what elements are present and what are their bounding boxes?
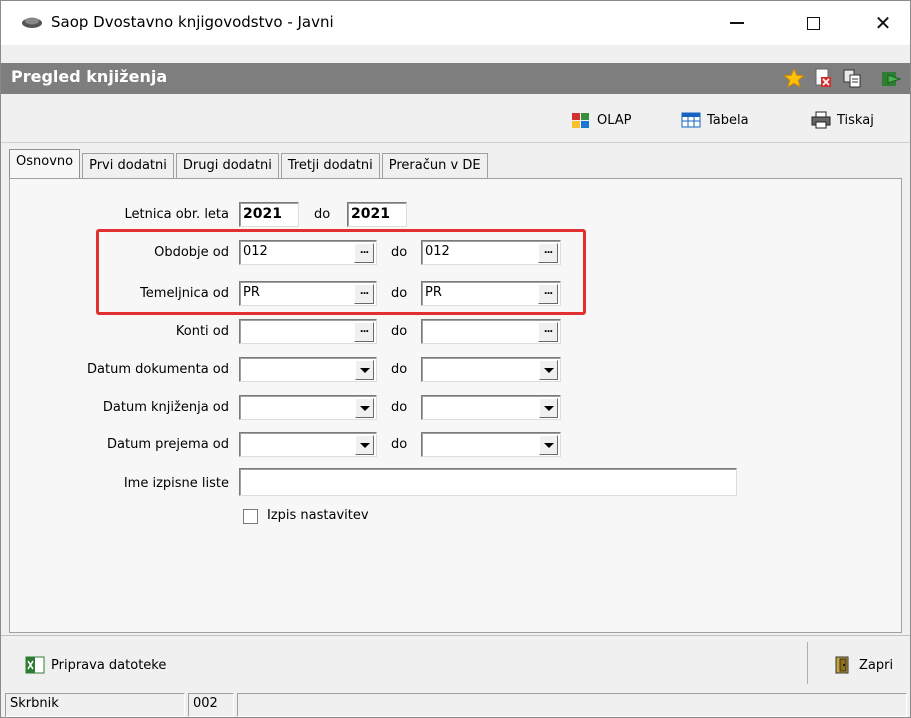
tiskaj-button[interactable]: Tiskaj: [811, 109, 874, 131]
obdobje-to-input[interactable]: 012 ...: [421, 240, 561, 265]
obdobje-from-input[interactable]: 012 ...: [239, 240, 377, 265]
form-header: Pregled knjiženja: [1, 63, 910, 94]
konti-from-browse-button[interactable]: ...: [354, 322, 374, 342]
datum-knjizenja-from-select[interactable]: [239, 395, 377, 420]
letnica-do-label: do: [314, 207, 331, 222]
ime-izpisne-liste-label: Ime izpisne liste: [123, 476, 229, 491]
toolbar: OLAP Tabela Tiskaj: [1, 99, 910, 143]
tabela-label: Tabela: [707, 112, 749, 128]
tab-prvi-dodatni[interactable]: Prvi dodatni: [82, 153, 174, 179]
bottom-separator: [807, 642, 808, 684]
obdobje-label: Obdobje od: [154, 245, 229, 260]
datum-knjizenja-to-dropdown-button[interactable]: [539, 398, 558, 418]
konti-to-input[interactable]: ...: [421, 319, 561, 344]
bottom-bar: Priprava datoteke Zapri: [1, 635, 910, 687]
temeljnica-do-label: do: [391, 286, 408, 301]
temeljnica-to-browse-button[interactable]: ...: [538, 284, 558, 304]
app-icon: [22, 17, 42, 28]
datum-knjizenja-do-label: do: [391, 400, 408, 415]
close-window-button[interactable]: ✕: [863, 9, 903, 37]
table-icon: [681, 112, 701, 128]
obdobje-from-value: 012: [243, 244, 268, 259]
olap-button[interactable]: OLAP: [571, 109, 632, 131]
obdobje-do-label: do: [391, 245, 408, 260]
zapri-button[interactable]: Zapri: [833, 656, 893, 674]
datum-knjizenja-from-dropdown-button[interactable]: [355, 398, 374, 418]
datum-prejema-to-select[interactable]: [421, 432, 561, 457]
close-door-icon: [835, 656, 849, 674]
izpis-nastavitev-label: Izpis nastavitev: [267, 508, 369, 523]
temeljnica-to-value: PR: [425, 285, 442, 300]
datum-dokumenta-from-select[interactable]: [239, 357, 377, 382]
obdobje-to-browse-button[interactable]: ...: [538, 243, 558, 263]
datum-prejema-to-dropdown-button[interactable]: [539, 435, 558, 455]
datum-prejema-do-label: do: [391, 437, 408, 452]
datum-dokumenta-to-dropdown-button[interactable]: [539, 360, 558, 380]
star-icon[interactable]: [783, 67, 805, 89]
excel-icon: [25, 656, 45, 674]
temeljnica-from-input[interactable]: PR ...: [239, 281, 377, 306]
letnica-from-input[interactable]: 2021: [239, 202, 299, 227]
temeljnica-from-value: PR: [243, 285, 260, 300]
delete-document-icon[interactable]: [812, 67, 834, 89]
priprava-datoteke-label: Priprava datoteke: [51, 657, 167, 673]
title-bar: Saop Dvostavno knjigovodstvo - Javni ✕: [1, 1, 910, 45]
datum-knjizenja-to-select[interactable]: [421, 395, 561, 420]
tab-preracun-v-de[interactable]: Preračun v DE: [381, 153, 488, 179]
obdobje-from-browse-button[interactable]: ...: [354, 243, 374, 263]
minimize-icon: [730, 22, 744, 24]
konti-to-browse-button[interactable]: ...: [538, 322, 558, 342]
exit-icon[interactable]: [880, 67, 902, 89]
minimize-button[interactable]: [717, 9, 757, 37]
izpis-nastavitev-checkbox[interactable]: [243, 509, 258, 524]
status-code: 002: [188, 693, 234, 717]
maximize-icon: [806, 16, 820, 30]
status-user: Skrbnik: [5, 693, 185, 717]
status-message: [237, 693, 907, 717]
tabela-button[interactable]: Tabela: [681, 109, 749, 131]
tiskaj-label: Tiskaj: [837, 112, 874, 128]
datum-dokumenta-label: Datum dokumenta od: [87, 362, 229, 377]
tab-drugi-dodatni[interactable]: Drugi dodatni: [175, 153, 279, 179]
copy-icon[interactable]: [841, 67, 863, 89]
temeljnica-from-browse-button[interactable]: ...: [354, 284, 374, 304]
konti-from-input[interactable]: ...: [239, 319, 377, 344]
konti-label: Konti od: [175, 324, 229, 339]
datum-prejema-label: Datum prejema od: [107, 437, 229, 452]
priprava-datoteke-button[interactable]: Priprava datoteke: [25, 656, 166, 674]
tab-tretji-dodatni[interactable]: Tretji dodatni: [280, 153, 380, 179]
temeljnica-label: Temeljnica od: [140, 286, 229, 301]
status-bar: Skrbnik 002: [1, 691, 910, 717]
maximize-button[interactable]: [793, 9, 833, 37]
datum-dokumenta-to-select[interactable]: [421, 357, 561, 382]
datum-prejema-from-select[interactable]: [239, 432, 377, 457]
tab-osnovno[interactable]: Osnovno: [9, 149, 81, 179]
datum-dokumenta-from-dropdown-button[interactable]: [355, 360, 374, 380]
olap-cube-icon: [572, 113, 589, 128]
zapri-label: Zapri: [859, 657, 894, 673]
ime-izpisne-liste-input[interactable]: [239, 468, 737, 496]
datum-dokumenta-do-label: do: [391, 362, 408, 377]
letnica-label: Letnica obr. leta: [124, 207, 229, 222]
form-title: Pregled knjiženja: [11, 67, 168, 86]
letnica-to-input[interactable]: 2021: [347, 202, 407, 227]
datum-prejema-from-dropdown-button[interactable]: [355, 435, 374, 455]
datum-knjizenja-label: Datum knjiženja od: [102, 400, 229, 415]
tab-strip: Osnovno Prvi dodatni Drugi dodatni Tretj…: [9, 149, 490, 179]
temeljnica-to-input[interactable]: PR ...: [421, 281, 561, 306]
printer-icon: [811, 111, 831, 129]
olap-label: OLAP: [597, 112, 632, 128]
application-window: Saop Dvostavno knjigovodstvo - Javni ✕ P…: [0, 0, 911, 718]
obdobje-to-value: 012: [425, 244, 450, 259]
window-title: Saop Dvostavno knjigovodstvo - Javni: [51, 13, 334, 31]
konti-do-label: do: [391, 324, 408, 339]
